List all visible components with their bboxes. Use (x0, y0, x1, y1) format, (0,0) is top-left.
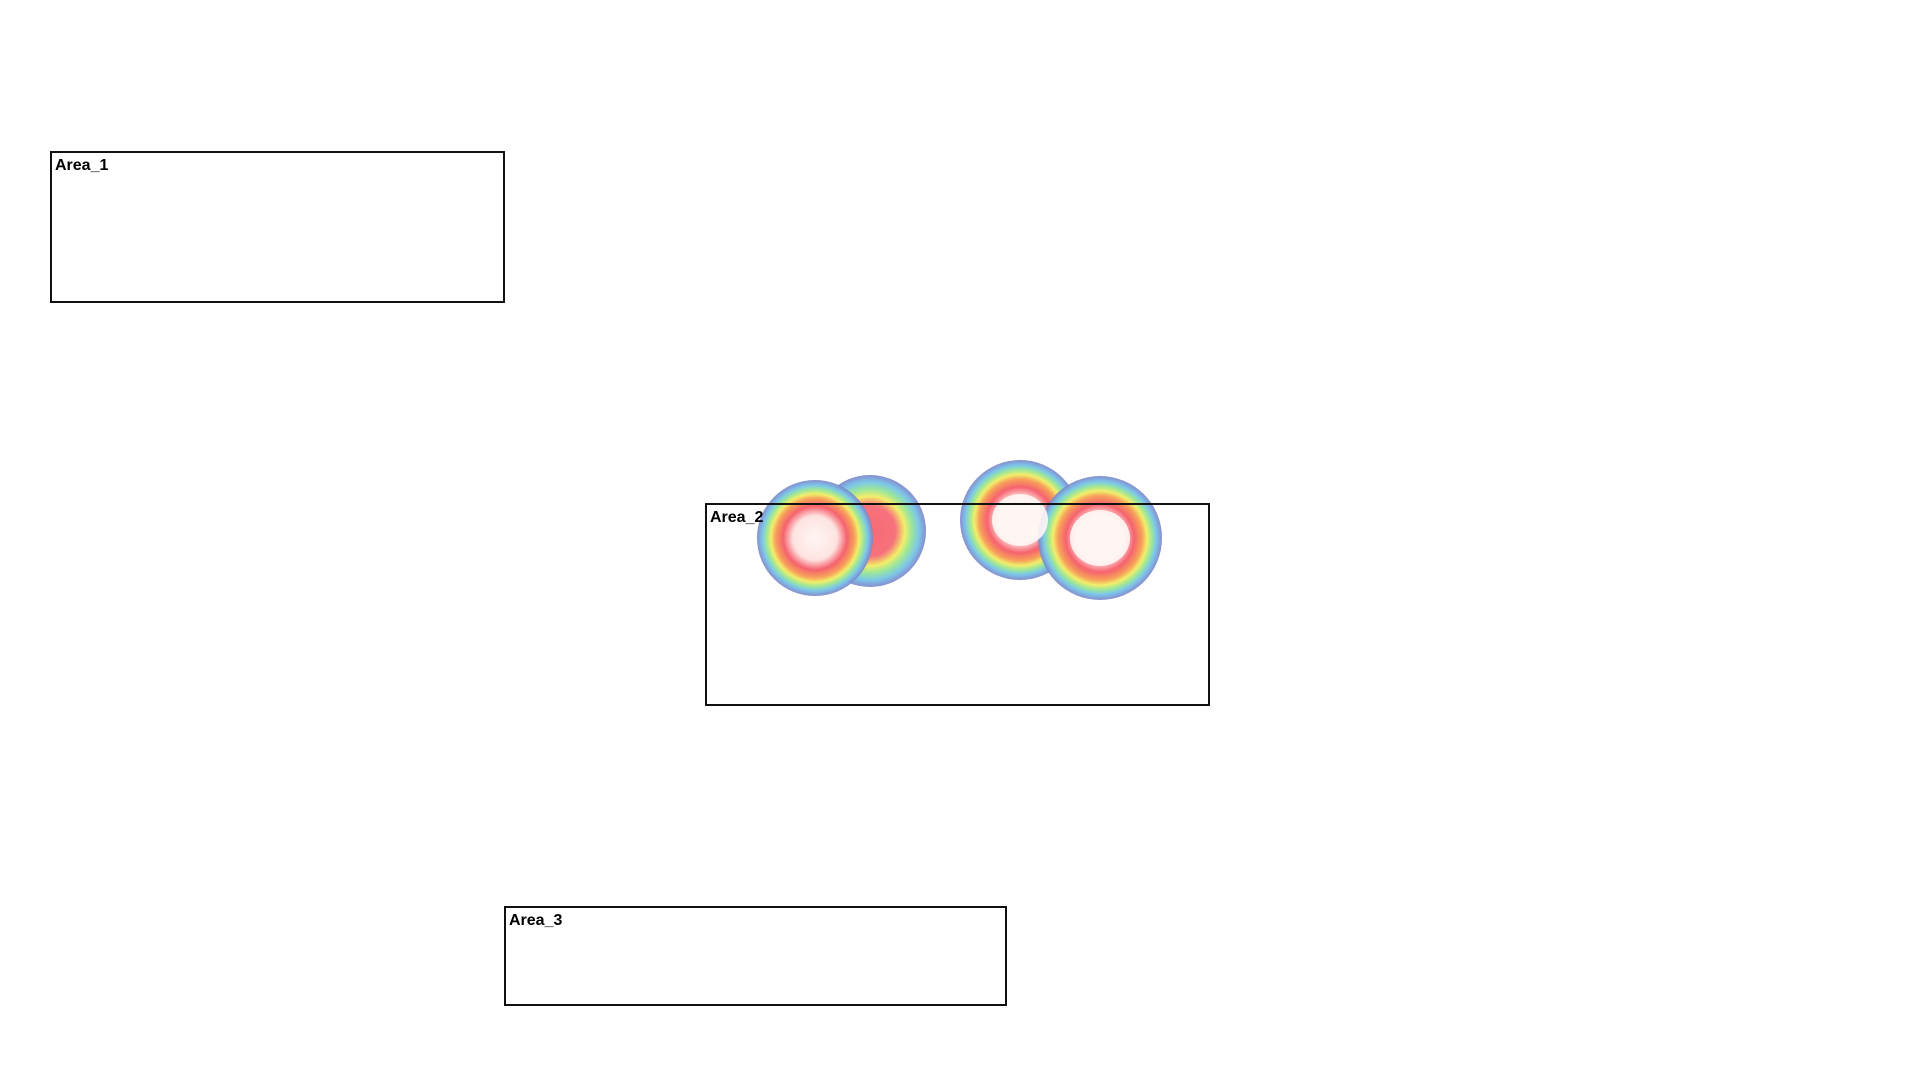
area-3-box: Area_3 (504, 906, 1007, 1006)
area-1-label: Area_1 (55, 157, 109, 174)
area-2-box: Area_2 (705, 503, 1210, 706)
area-2-label: Area_2 (710, 509, 764, 526)
area-3-label: Area_3 (509, 912, 563, 929)
area-1-box: Area_1 (50, 151, 505, 303)
heatmap-canvas: Area_1 Area_2 Area_3 (0, 0, 1920, 1080)
